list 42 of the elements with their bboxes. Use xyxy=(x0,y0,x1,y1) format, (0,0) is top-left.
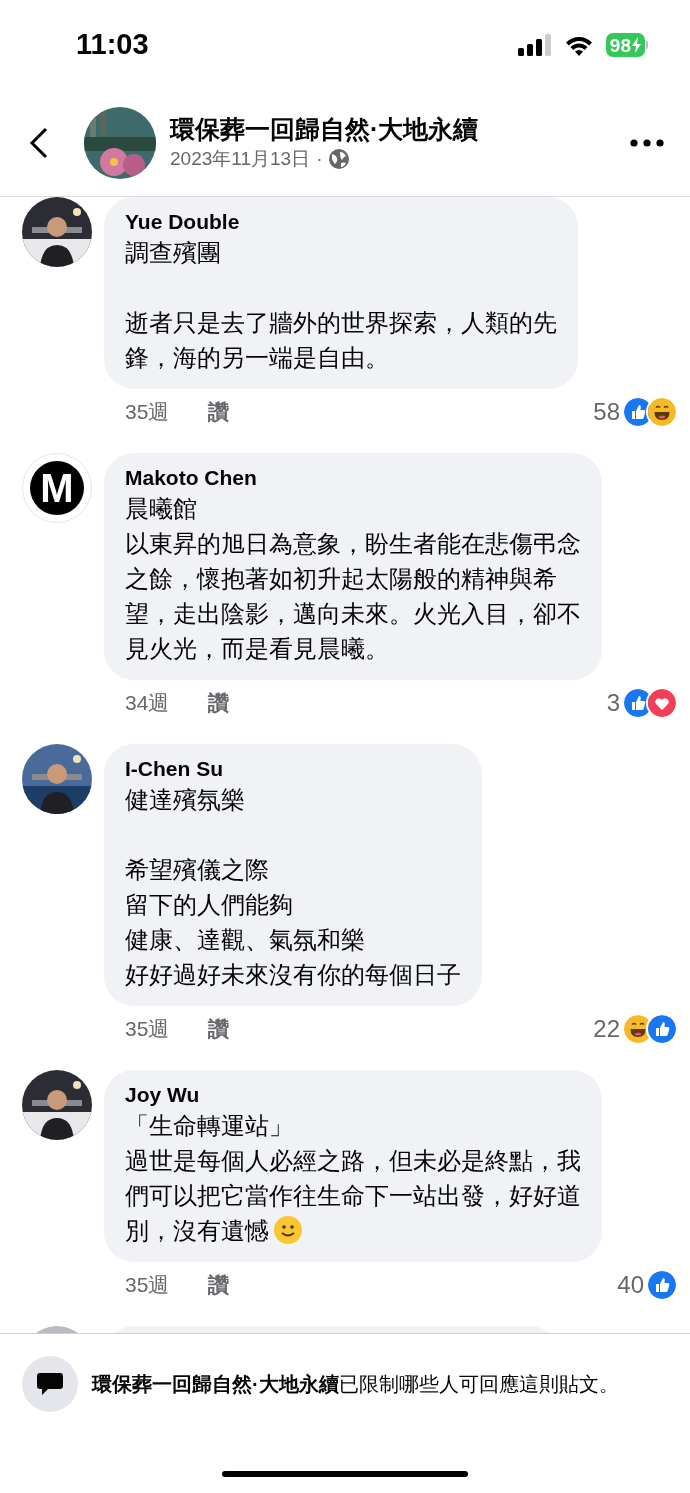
post-date: 2023年11月13日 xyxy=(170,146,311,171)
charging-icon xyxy=(632,37,641,53)
like-link[interactable]: 讚 xyxy=(208,1269,229,1301)
globe-icon xyxy=(328,148,351,170)
reaction-count: 22 xyxy=(593,1014,620,1044)
comment-icon xyxy=(22,1356,78,1412)
comment-time: 35週 xyxy=(125,1272,171,1299)
like-link[interactable]: 讚 xyxy=(208,1013,229,1045)
laughing-reaction-icon xyxy=(648,398,676,426)
reaction-count: 58 xyxy=(593,397,620,427)
comment-author[interactable]: I-Chen Su xyxy=(125,756,461,782)
reaction-count: 3 xyxy=(606,688,620,718)
like-link[interactable]: 讚 xyxy=(208,396,229,428)
wifi-icon xyxy=(563,34,594,56)
battery-level: 98 xyxy=(609,35,631,55)
comment-text: 希望殯儀之際 留下的人們能夠 健康、達觀、氣氛和樂 好好過好未來沒有你的每個日子 xyxy=(125,855,461,990)
like-reaction-icon xyxy=(624,398,652,426)
comment-time: 34週 xyxy=(125,690,171,717)
page-name[interactable]: 環保葬一回歸自然·大地永續 xyxy=(170,112,630,145)
avatar-letter: M xyxy=(40,468,74,508)
comment-author[interactable]: Joy Wu xyxy=(125,1082,581,1108)
reaction-count: 40 xyxy=(617,1270,644,1300)
laughing-reaction-icon xyxy=(624,1015,652,1043)
like-reaction-icon xyxy=(648,1015,676,1043)
status-time: 11:03 xyxy=(76,27,149,63)
more-icon[interactable] xyxy=(630,139,664,147)
comment-restriction-notice: 環保葬一回歸自然·大地永續已限制哪些人可回應這則貼文。 xyxy=(92,1372,619,1397)
like-link[interactable]: 讚 xyxy=(208,687,229,719)
comment-time: 35週 xyxy=(125,399,171,426)
comment-text: 健達殯氛樂 xyxy=(125,785,246,815)
comment-text: 晨曦館 以東昇的旭日為意象，盼生者能在悲傷弔念 之餘，懷抱著如初升起太陽般的精神與希 望，走出陰影，邁向未來。火光入目，卻不 見火光，而是看見晨曦。 xyxy=(125,494,581,664)
comment-text: 「生命轉運站」 過世是每個人必經之路，但未必是終點，我 們可以把它當作往生命下一站出發，好好道 別，沒有遺憾 xyxy=(125,1111,581,1247)
signal-icon xyxy=(517,34,552,56)
like-reaction-icon xyxy=(624,689,652,717)
comment-text: 逝者只是去了牆外的世界探索，人類的先 鋒，海的另一端是自由。 xyxy=(125,308,557,373)
like-reaction-icon xyxy=(648,1271,676,1299)
heart-reaction-icon xyxy=(648,689,676,717)
comment-time: 35週 xyxy=(125,1016,171,1043)
comment-text: 調查殯團 xyxy=(125,238,222,268)
comment-author[interactable]: Yue Double xyxy=(125,209,557,235)
date-separator: · xyxy=(316,146,323,171)
comment-author[interactable]: Makoto Chen xyxy=(125,465,581,491)
